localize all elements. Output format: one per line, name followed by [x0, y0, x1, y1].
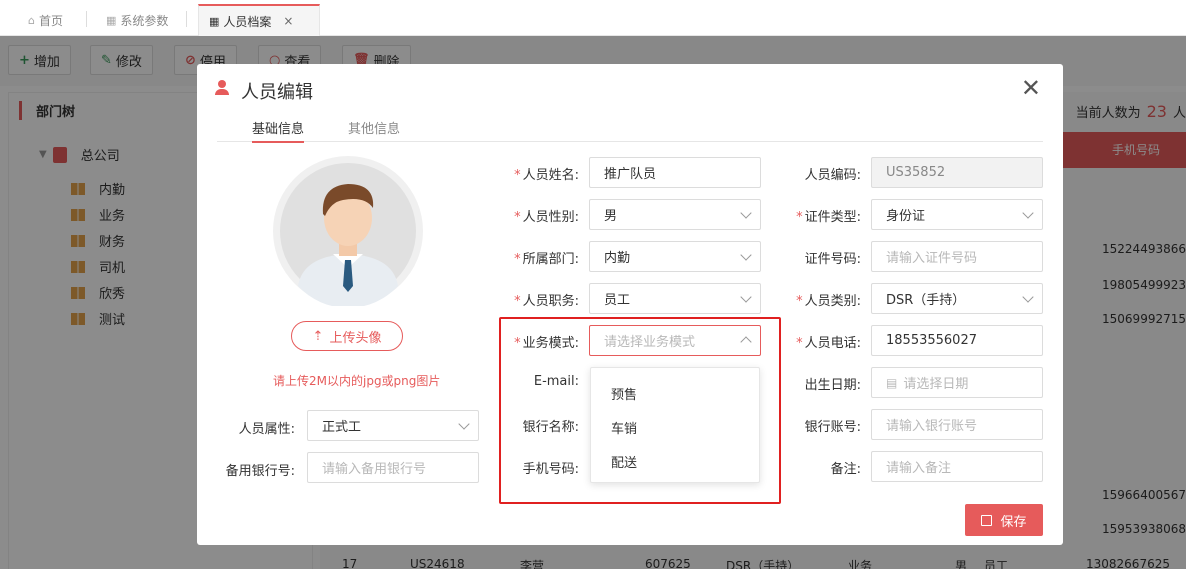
avatar	[273, 156, 423, 308]
calendar-icon: ▤	[886, 375, 898, 390]
code-field: US35852	[871, 157, 1043, 188]
chevron-down-icon	[1022, 207, 1034, 219]
name-label: * 人员姓名:	[514, 168, 579, 183]
tab-personnel[interactable]: ▦ 人员档案 ×	[198, 4, 320, 36]
remark-label: 备注:	[830, 462, 861, 477]
save-label: 保存	[1000, 514, 1027, 530]
cert-no-input[interactable]: 请输入证件号码	[871, 241, 1043, 272]
bank-acct-input[interactable]: 请输入银行账号	[871, 409, 1043, 440]
job-select[interactable]: 员工	[589, 283, 761, 314]
birth-label: 出生日期:	[804, 378, 861, 393]
phone-label: * 人员电话:	[796, 336, 861, 351]
category-label: * 人员类别:	[796, 294, 861, 309]
upload-avatar-button[interactable]: ⇡ 上传头像	[291, 321, 403, 351]
tab-label: 人员档案	[223, 14, 272, 29]
chevron-down-icon	[740, 291, 752, 303]
dialog-title: 人员编辑	[241, 82, 313, 103]
cert-no-label: 证件号码:	[804, 252, 861, 267]
birth-date-picker[interactable]: ▤ 请选择日期	[871, 367, 1043, 398]
upload-icon: ⇡	[312, 328, 324, 344]
code-label: 人员编码:	[804, 168, 861, 183]
tab-divider	[86, 11, 87, 27]
tab-basic-info[interactable]: 基础信息	[252, 118, 305, 143]
grid-icon: ▦	[106, 13, 117, 27]
bank-acct-label: 银行账号:	[804, 420, 861, 435]
category-select[interactable]: DSR（手持）	[871, 283, 1043, 314]
bank-backup-input[interactable]: 请输入备用银行号	[307, 452, 479, 483]
dept-value: 内勤	[604, 251, 631, 266]
close-icon[interactable]: ×	[283, 14, 293, 28]
job-value: 员工	[604, 293, 631, 308]
gender-select[interactable]: 男	[589, 199, 761, 230]
attr-label: 人员属性:	[238, 422, 295, 437]
home-icon: ⌂	[28, 13, 35, 27]
cert-type-select[interactable]: 身份证	[871, 199, 1043, 230]
personnel-edit-dialog: 人员编辑 ✕ 基础信息 其他信息 ⇡ 上传头像 请上传2M以内的jpg或png图…	[197, 64, 1063, 545]
tab-other-info[interactable]: 其他信息	[348, 118, 400, 137]
upload-hint: 请上传2M以内的jpg或png图片	[273, 374, 441, 388]
chevron-down-icon	[458, 418, 470, 430]
highlight-box	[499, 317, 781, 504]
tab-system-params[interactable]: ▦ 系统参数	[96, 4, 178, 36]
gender-value: 男	[604, 209, 618, 224]
save-icon	[981, 514, 993, 526]
avatar-image	[280, 163, 416, 308]
tab-bar: ⌂ 首页 ▦ 系统参数 ▦ 人员档案 ×	[0, 0, 1186, 36]
job-label: * 人员职务:	[514, 294, 579, 309]
attr-select[interactable]: 正式工	[307, 410, 479, 441]
chevron-down-icon	[740, 249, 752, 261]
gender-label: * 人员性别:	[514, 210, 579, 225]
tab-label: 系统参数	[120, 13, 169, 28]
category-value: DSR（手持）	[886, 293, 966, 308]
bank-backup-label: 备用银行号:	[225, 464, 295, 479]
grid-icon: ▦	[209, 14, 220, 28]
dept-select[interactable]: 内勤	[589, 241, 761, 272]
attr-value: 正式工	[322, 420, 362, 435]
chevron-down-icon	[740, 207, 752, 219]
tab-home[interactable]: ⌂ 首页	[18, 4, 73, 36]
save-button[interactable]: 保存	[965, 504, 1043, 536]
dialog-tabs: 基础信息 其他信息	[217, 116, 1043, 143]
close-icon[interactable]: ✕	[1021, 76, 1041, 100]
tab-label: 首页	[38, 13, 63, 28]
user-icon	[215, 80, 229, 96]
cert-type-label: * 证件类型:	[796, 210, 861, 225]
dept-label: * 所属部门:	[514, 252, 579, 267]
name-field[interactable]: 推广队员	[589, 157, 761, 188]
phone-field[interactable]: 18553556027	[871, 325, 1043, 356]
upload-label: 上传头像	[329, 330, 382, 346]
cert-type-value: 身份证	[886, 209, 926, 224]
remark-input[interactable]: 请输入备注	[871, 451, 1043, 482]
tab-divider	[186, 11, 187, 27]
chevron-down-icon	[1022, 291, 1034, 303]
birth-placeholder: 请选择日期	[903, 377, 969, 392]
